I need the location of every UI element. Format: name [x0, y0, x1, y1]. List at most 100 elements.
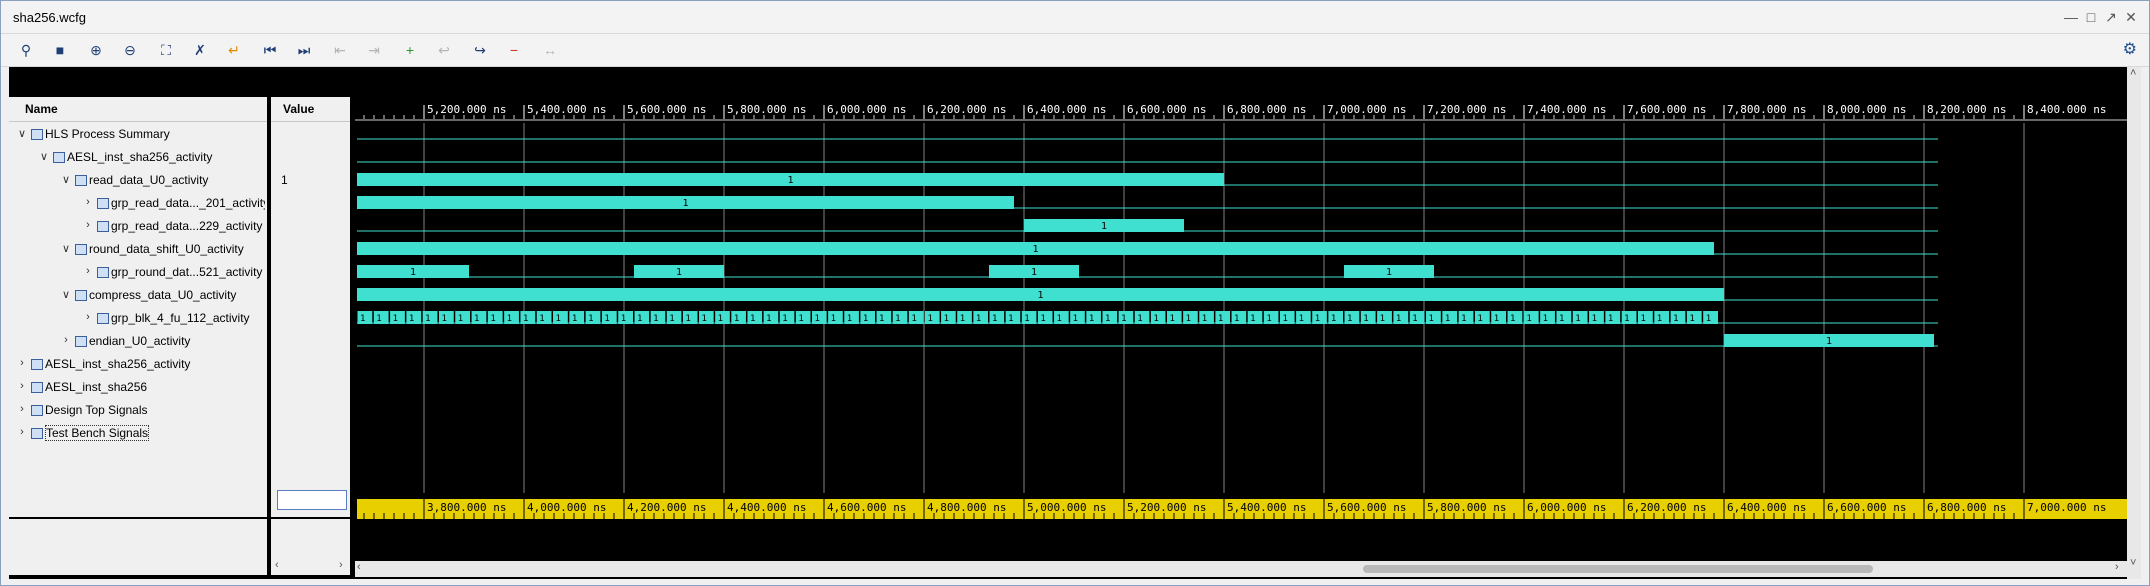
value-column-header[interactable]: Value [271, 97, 350, 122]
expand-chevron-icon[interactable]: › [83, 265, 93, 277]
scroll-up-icon[interactable]: ˄ [2130, 67, 2136, 79]
bus-value-label: 1 [1331, 314, 1336, 324]
bus-value-label: 1 [1363, 314, 1368, 324]
bus-value-label: 1 [523, 314, 528, 324]
signal-row-design-top-signals[interactable]: › Design Top Signals [9, 400, 267, 420]
signal-name: Test Bench Signals [45, 425, 150, 441]
signal-group-icon [97, 313, 109, 324]
signal-row-grp-read-data-229-activity[interactable]: › grp_read_data...229_activity [9, 216, 267, 236]
minimize-icon[interactable]: — [2061, 7, 2081, 27]
goto-cursor-icon[interactable]: ↵ [223, 39, 245, 61]
collapse-chevron-icon[interactable]: ∨ [61, 242, 71, 255]
bus-value-label: 1 [911, 314, 916, 324]
cursor-snap-icon[interactable]: ✗ [189, 39, 211, 61]
bottom-ruler-label: 4,400.000 ns [727, 501, 806, 514]
value-header-label: Value [283, 102, 315, 116]
bus-value-label: 1 [1380, 314, 1385, 324]
scrollbar-thumb[interactable] [1363, 565, 1873, 573]
signal-group-icon [75, 244, 87, 255]
bus-value-label: 1 [1445, 314, 1450, 324]
signal-row-compress-data-u0-activity[interactable]: ∨ compress_data_U0_activity [9, 285, 267, 305]
signal-row-endian-u0-activity[interactable]: › endian_U0_activity [9, 331, 267, 351]
signal-group-icon [31, 359, 43, 370]
expand-chevron-icon[interactable]: › [17, 357, 27, 369]
ruler-label: 7,000.000 ns [1327, 103, 1406, 116]
signal-row-grp-round-dat-521-activity[interactable]: › grp_round_dat...521_activity [9, 262, 267, 282]
bottom-ruler-label: 4,600.000 ns [827, 501, 906, 514]
bus-value-label: 1 [847, 314, 852, 324]
signal-row-grp-blk-4-fu-112-activity[interactable]: › grp_blk_4_fu_112_activity [9, 308, 267, 328]
scroll-right-icon[interactable]: › [339, 559, 343, 571]
signal-row-read-data-u0-activity[interactable]: ∨ read_data_U0_activity [9, 170, 267, 190]
goto-end-icon[interactable]: ⏭ [293, 39, 315, 61]
bus-value-label: 1 [1412, 314, 1417, 324]
expand-chevron-icon[interactable]: › [61, 334, 71, 346]
restore-icon[interactable]: □ [2081, 7, 2101, 27]
expand-chevron-icon[interactable]: › [17, 380, 27, 392]
bus-value-label: 1 [1640, 314, 1645, 324]
bus-value-label: 1 [992, 314, 997, 324]
name-header-label: Name [25, 102, 58, 116]
bus-value-label: 1 [960, 314, 965, 324]
vertical-scrollbar[interactable]: ˄ ˅ [2127, 67, 2141, 579]
collapse-chevron-icon[interactable]: ∨ [61, 288, 71, 301]
delete-marker-icon[interactable]: − [503, 39, 525, 61]
swap-cursor-icon[interactable]: ↔ [539, 39, 561, 61]
ruler-label: 7,200.000 ns [1427, 103, 1506, 116]
signal-row-test-bench-signals[interactable]: › Test Bench Signals [9, 423, 267, 443]
bus-value-label: 1 [1299, 314, 1304, 324]
prev-transition-icon[interactable]: ⇤ [329, 39, 351, 61]
collapse-chevron-icon[interactable]: ∨ [17, 127, 27, 140]
bus-value-label: 1 [376, 314, 381, 324]
zoom-in-icon[interactable]: ⊕ [85, 39, 107, 61]
next-marker-icon[interactable]: ↪ [469, 39, 491, 61]
signal-row-aesl-inst-sha256-activity-2[interactable]: › AESL_inst_sha256_activity [9, 354, 267, 374]
ruler-label: 6,600.000 ns [1127, 103, 1206, 116]
waveform-canvas[interactable]: 5,200.000 ns 5,400.000 ns 5,600.000 ns 5,80… [355, 67, 2141, 579]
add-marker-icon[interactable]: + [399, 39, 421, 61]
bus-value-label: 1 [1396, 314, 1401, 324]
bus-value-label: 1 [1282, 314, 1287, 324]
value-edit-box[interactable] [277, 490, 347, 510]
ruler-label: 6,200.000 ns [927, 103, 1006, 116]
prev-marker-icon[interactable]: ↩ [433, 39, 455, 61]
close-icon[interactable]: ✕ [2121, 7, 2141, 27]
expand-chevron-icon[interactable]: › [83, 311, 93, 323]
expand-chevron-icon[interactable]: › [17, 403, 27, 415]
segment-value-label: 1 [1386, 267, 1392, 278]
value-pane-footer: ‹ › [271, 519, 350, 575]
expand-chevron-icon[interactable]: › [17, 426, 27, 438]
search-icon[interactable]: ⚲ [15, 39, 37, 61]
collapse-chevron-icon[interactable]: ∨ [61, 173, 71, 186]
goto-start-icon[interactable]: ⏮ [259, 39, 281, 61]
bus-value-label: 1 [1234, 314, 1239, 324]
maximize-icon[interactable]: ↗ [2101, 7, 2121, 27]
bus-value-label: 1 [1153, 314, 1158, 324]
signal-value-column: 1 [271, 122, 350, 517]
scroll-right-icon[interactable]: › [2115, 561, 2119, 573]
zoom-out-icon[interactable]: ⊖ [119, 39, 141, 61]
settings-icon[interactable]: ⚙ [2123, 39, 2137, 59]
scroll-down-icon[interactable]: ˅ [2130, 557, 2136, 569]
bus-value-label: 1 [1186, 314, 1191, 324]
bottom-ruler-label: 3,800.000 ns [427, 501, 506, 514]
bus-value-label: 1 [1624, 314, 1629, 324]
signal-row-aesl-inst-sha256[interactable]: › AESL_inst_sha256 [9, 377, 267, 397]
collapse-chevron-icon[interactable]: ∨ [39, 150, 49, 163]
save-icon[interactable]: ■ [49, 39, 71, 61]
signal-row-round-data-shift-u0-activity[interactable]: ∨ round_data_shift_U0_activity [9, 239, 267, 259]
next-transition-icon[interactable]: ⇥ [363, 39, 385, 61]
signal-row-hls-process-summary[interactable]: ∨ HLS Process Summary [9, 124, 267, 144]
horizontal-scrollbar[interactable]: ‹ › [355, 561, 2127, 577]
signal-row-grp-read-data-201-activity[interactable]: › grp_read_data..._201_activity [9, 193, 267, 213]
expand-chevron-icon[interactable]: › [83, 219, 93, 231]
scroll-left-icon[interactable]: ‹ [357, 561, 361, 573]
signal-row-aesl-inst-sha256-activity[interactable]: ∨ AESL_inst_sha256_activity [9, 147, 267, 167]
expand-chevron-icon[interactable]: › [83, 196, 93, 208]
scroll-left-icon[interactable]: ‹ [275, 559, 279, 571]
name-column-header[interactable]: Name [9, 97, 267, 122]
bus-value-label: 1 [750, 314, 755, 324]
bus-value-label: 1 [831, 314, 836, 324]
ruler-label: 6,000.000 ns [827, 103, 906, 116]
zoom-fit-icon[interactable]: ⛶ [155, 39, 177, 61]
